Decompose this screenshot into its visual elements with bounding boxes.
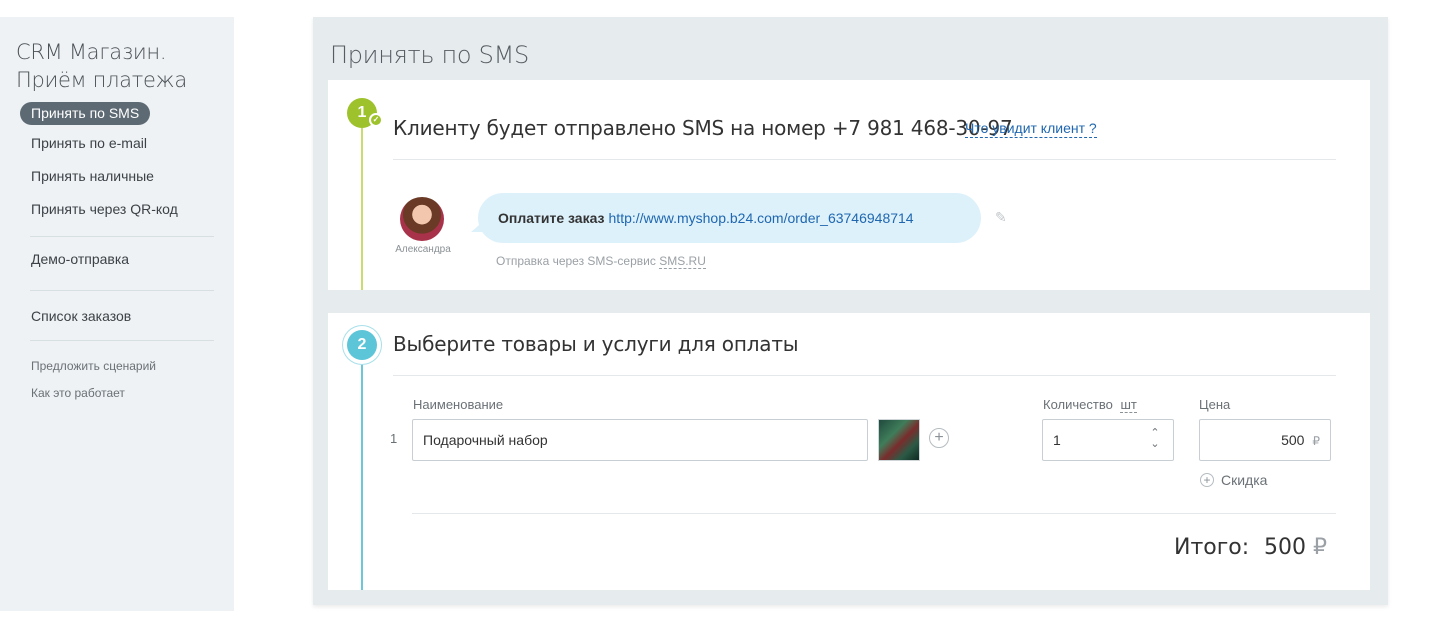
sidebar-item-email[interactable]: Принять по e-mail bbox=[31, 135, 147, 151]
col-qty-text: Количество bbox=[1043, 397, 1113, 412]
total-label: Итого: bbox=[1174, 535, 1250, 560]
price-value: 500 bbox=[1281, 432, 1305, 448]
step1-separator bbox=[393, 159, 1336, 160]
message-text: Оплатите заказ bbox=[498, 210, 605, 226]
sidebar-item-howto[interactable]: Как это работает bbox=[31, 386, 125, 400]
sidebar-divider bbox=[30, 236, 214, 237]
sidebar-item-orders[interactable]: Список заказов bbox=[31, 308, 131, 324]
sms-service-link[interactable]: SMS.RU bbox=[659, 254, 706, 269]
qty-unit-selector[interactable]: шт bbox=[1120, 397, 1137, 413]
price-input[interactable]: 500 ₽ bbox=[1199, 419, 1331, 461]
step1-timeline bbox=[361, 128, 363, 290]
sidebar-divider bbox=[30, 340, 214, 341]
product-name-input[interactable]: Подарочный набор bbox=[412, 419, 868, 461]
total-amount: 500 ₽ bbox=[1264, 535, 1327, 560]
col-qty-label: Количество шт bbox=[1043, 397, 1137, 413]
sidebar-item-sms[interactable]: Принять по SMS bbox=[20, 102, 151, 125]
discount-link[interactable]: Скидка bbox=[1221, 472, 1267, 488]
page-title: Принять по SMS bbox=[330, 41, 529, 69]
sms-service-note: Отправка через SMS-сервис SMS.RU bbox=[496, 254, 706, 269]
pencil-icon[interactable]: ✎ bbox=[995, 210, 1009, 224]
sms-message-bubble: Оплатите заказ http://www.myshop.b24.com/… bbox=[478, 193, 981, 243]
row-number: 1 bbox=[390, 431, 398, 446]
sidebar-item-suggest[interactable]: Предложить сценарий bbox=[31, 359, 156, 373]
add-product-icon[interactable]: + bbox=[929, 428, 949, 448]
avatar bbox=[400, 197, 444, 241]
sidebar-item-cash[interactable]: Принять наличные bbox=[31, 168, 154, 184]
preview-link[interactable]: Что увидит клиент ? bbox=[965, 120, 1097, 138]
col-name-label: Наименование bbox=[413, 397, 504, 412]
sidebar-title: CRM Магазин. Приём платежа bbox=[16, 38, 187, 94]
total-currency: ₽ bbox=[1313, 535, 1327, 560]
price-currency: ₽ bbox=[1312, 434, 1320, 448]
product-thumbnail[interactable] bbox=[878, 419, 920, 461]
sms-note-prefix: Отправка через SMS-сервис bbox=[496, 254, 656, 268]
add-discount-icon[interactable]: + bbox=[1200, 473, 1214, 487]
sidebar-title-line1: CRM Магазин. bbox=[16, 40, 167, 64]
step1-heading: Клиенту будет отправлено SMS на номер +7… bbox=[393, 116, 1013, 140]
col-price-label: Цена bbox=[1199, 397, 1231, 412]
total-separator bbox=[412, 513, 1336, 514]
sidebar-divider bbox=[30, 290, 214, 291]
sidebar-item-demo[interactable]: Демо-отправка bbox=[31, 251, 129, 267]
sidebar-item-qr[interactable]: Принять через QR-код bbox=[31, 201, 178, 217]
step2-timeline bbox=[361, 361, 363, 590]
step2-heading: Выберите товары и услуги для оплаты bbox=[393, 332, 799, 356]
check-icon: ✓ bbox=[369, 113, 383, 127]
step1-card bbox=[328, 80, 1370, 290]
step2-separator bbox=[393, 375, 1336, 376]
step2-badge: 2 bbox=[347, 330, 377, 360]
avatar-name: Александра bbox=[395, 244, 451, 255]
total-value: 500 bbox=[1264, 535, 1306, 560]
order-link[interactable]: http://www.myshop.b24.com/order_63746948… bbox=[609, 210, 914, 226]
stepper-arrows-icon[interactable]: ⌃ ⌄ bbox=[1148, 428, 1162, 450]
sidebar-title-line2: Приём платежа bbox=[16, 68, 187, 92]
sidebar: CRM Магазин. Приём платежа Принять по SM… bbox=[0, 17, 234, 611]
